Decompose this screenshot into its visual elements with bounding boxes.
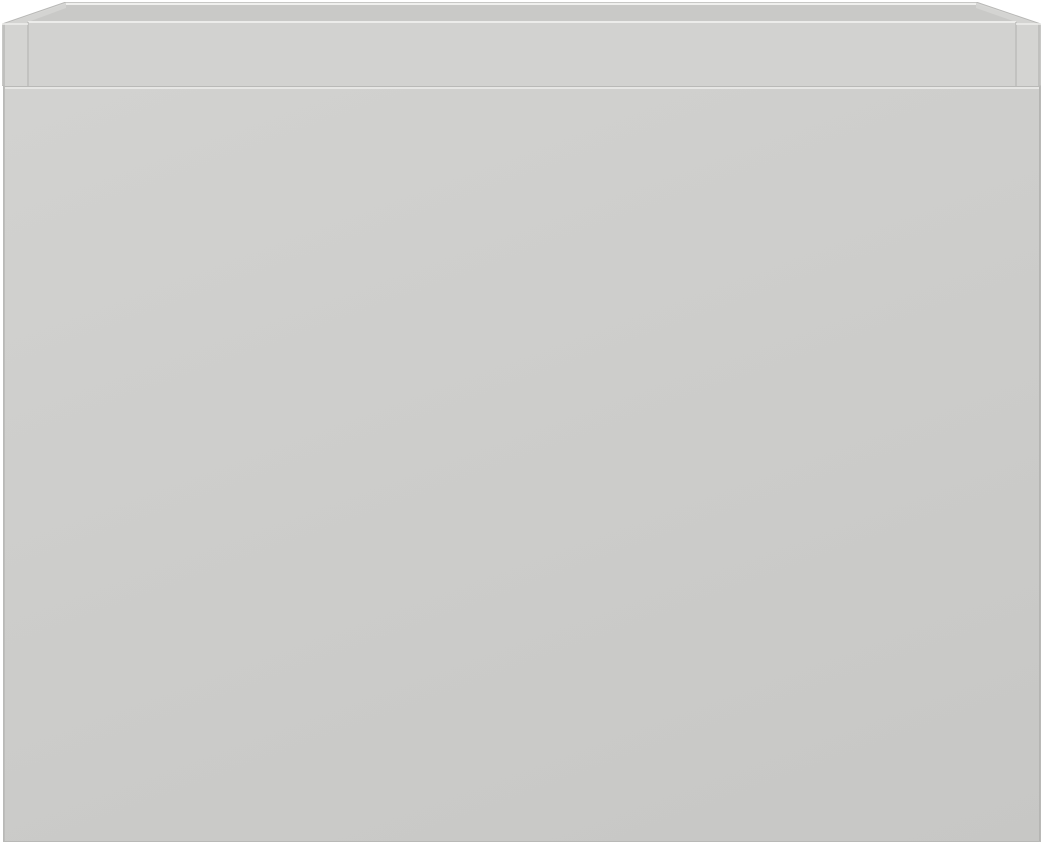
- drawer-front-left-edge: [4, 87, 5, 841]
- drawer-front-right-edge: [1039, 87, 1040, 841]
- drawer-front-top-edge: [4, 87, 1040, 89]
- drawer-front-panel: [3, 86, 1041, 842]
- drawer-box-scene: [0, 0, 1044, 844]
- drawer-box-rim: [2, 2, 1041, 86]
